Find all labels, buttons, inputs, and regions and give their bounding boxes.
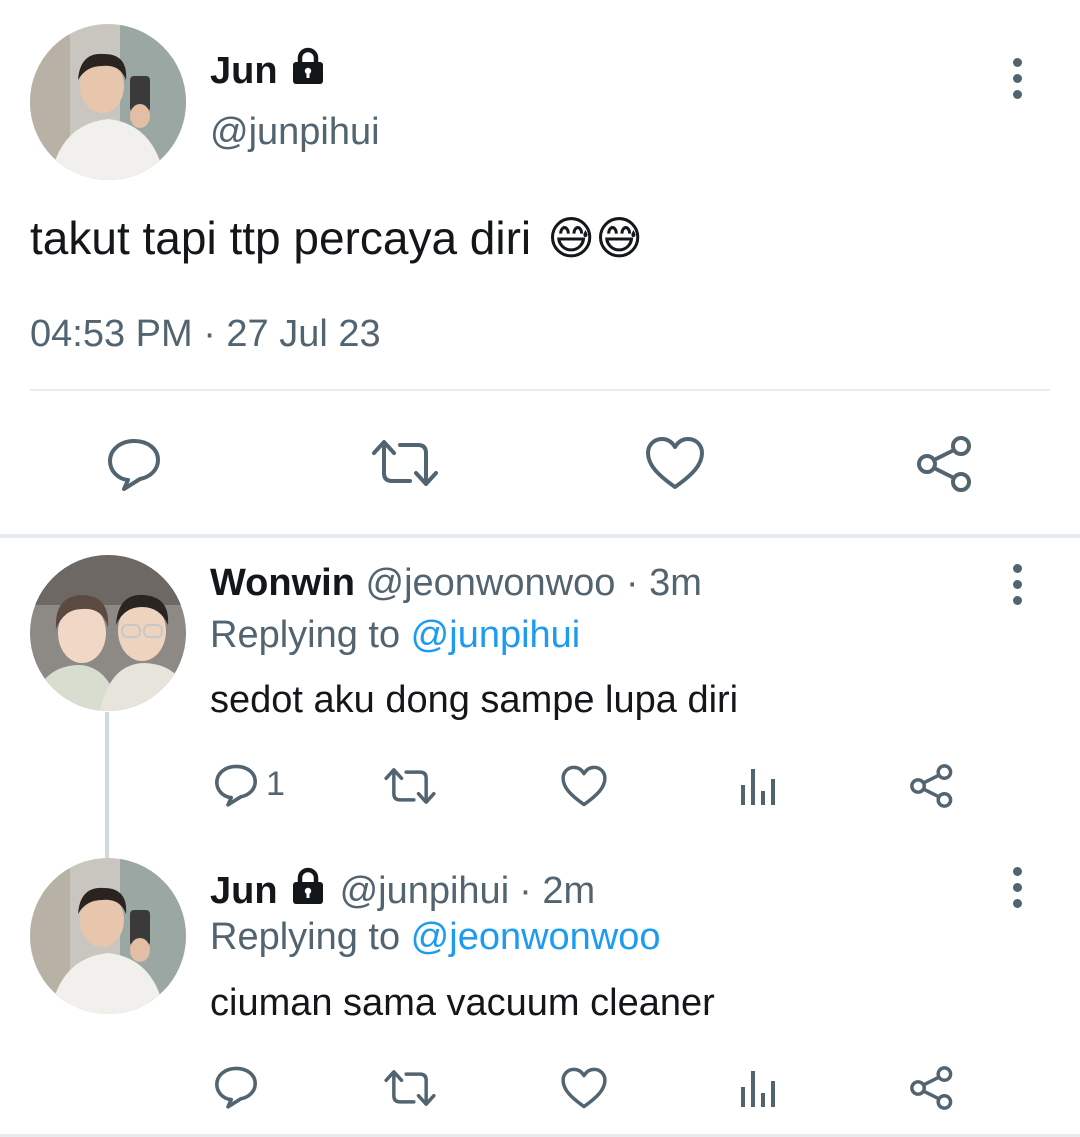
reply-time: · 3m [625, 562, 702, 604]
share-button[interactable] [914, 433, 976, 495]
retweet-button[interactable] [383, 1068, 437, 1108]
reply-author-name[interactable]: Jun [210, 869, 278, 913]
share-icon [910, 764, 953, 808]
reply-header: Wonwin @jeonwonwoo · 3m [210, 561, 702, 605]
reply-more-options-icon[interactable] [1012, 867, 1022, 908]
like-icon [646, 437, 704, 489]
share-button[interactable] [908, 762, 956, 810]
retweet-button[interactable] [383, 766, 437, 806]
reply-button[interactable] [104, 433, 164, 493]
replying-mention-link[interactable]: @junpihui [411, 614, 581, 656]
share-icon [910, 1066, 953, 1110]
like-icon [561, 765, 607, 807]
reply-count: 1 [266, 764, 285, 803]
analytics-button[interactable] [738, 1067, 778, 1109]
main-tweet-actions [0, 425, 1080, 505]
sweat-smile-emoji: 😅😅 [547, 212, 644, 264]
reply-header: Jun @junpihui · 2m [210, 866, 595, 916]
replying-to: Replying to @jeonwonwoo [210, 915, 661, 959]
main-more-options-icon[interactable] [1012, 58, 1022, 99]
reply-text: sedot aku dong sampe lupa diri [210, 679, 739, 721]
replying-to: Replying to @junpihui [210, 613, 580, 657]
main-tweet-timestamp: 04:53 PM · 27 Jul 23 [30, 313, 381, 355]
main-author-name: Jun [210, 50, 278, 92]
reply-icon [215, 1066, 257, 1109]
reply-time: · 2m [519, 870, 596, 912]
avatar-wonwin[interactable] [30, 555, 186, 711]
thread-connector [105, 712, 109, 858]
reply-icon [108, 439, 160, 491]
like-button[interactable] [644, 435, 706, 491]
replying-label: Replying to [210, 916, 411, 958]
reply-text: ciuman sama vacuum cleaner [210, 982, 715, 1024]
share-button[interactable] [908, 1064, 956, 1112]
share-icon [917, 436, 971, 492]
analytics-button[interactable] [738, 765, 778, 807]
reply-more-options-icon[interactable] [1012, 564, 1022, 605]
main-tweet-text: takut tapi ttp percaya diri [30, 212, 532, 264]
avatar-jun[interactable] [30, 24, 186, 180]
divider [30, 389, 1050, 391]
reply-author-handle[interactable]: @junpihui [340, 869, 510, 913]
reply-icon [215, 764, 257, 807]
reply-author-handle[interactable]: @jeonwonwoo [366, 562, 616, 604]
retweet-button[interactable] [370, 437, 440, 489]
lock-icon [288, 46, 328, 96]
reply-button[interactable]: 1 [212, 760, 285, 808]
section-divider [0, 534, 1080, 538]
analytics-icon [741, 1071, 775, 1107]
retweet-icon [384, 768, 436, 804]
replying-label: Replying to [210, 614, 411, 656]
replying-mention-link[interactable]: @jeonwonwoo [411, 916, 661, 958]
retweet-icon [384, 1070, 436, 1106]
main-tweet-author[interactable]: Jun [210, 46, 328, 96]
main-tweet-text-block: takut tapi ttp percaya diri 😅😅 [30, 210, 643, 266]
analytics-icon [741, 769, 775, 805]
lock-icon [288, 866, 328, 916]
reply-author-name[interactable]: Wonwin [210, 562, 355, 604]
like-button[interactable] [560, 764, 608, 808]
main-author-handle[interactable]: @junpihui [210, 110, 380, 154]
avatar-jun-reply[interactable] [30, 858, 186, 1014]
like-button[interactable] [560, 1066, 608, 1110]
like-icon [561, 1067, 607, 1109]
retweet-icon [372, 440, 438, 486]
reply-button[interactable] [212, 1062, 260, 1110]
